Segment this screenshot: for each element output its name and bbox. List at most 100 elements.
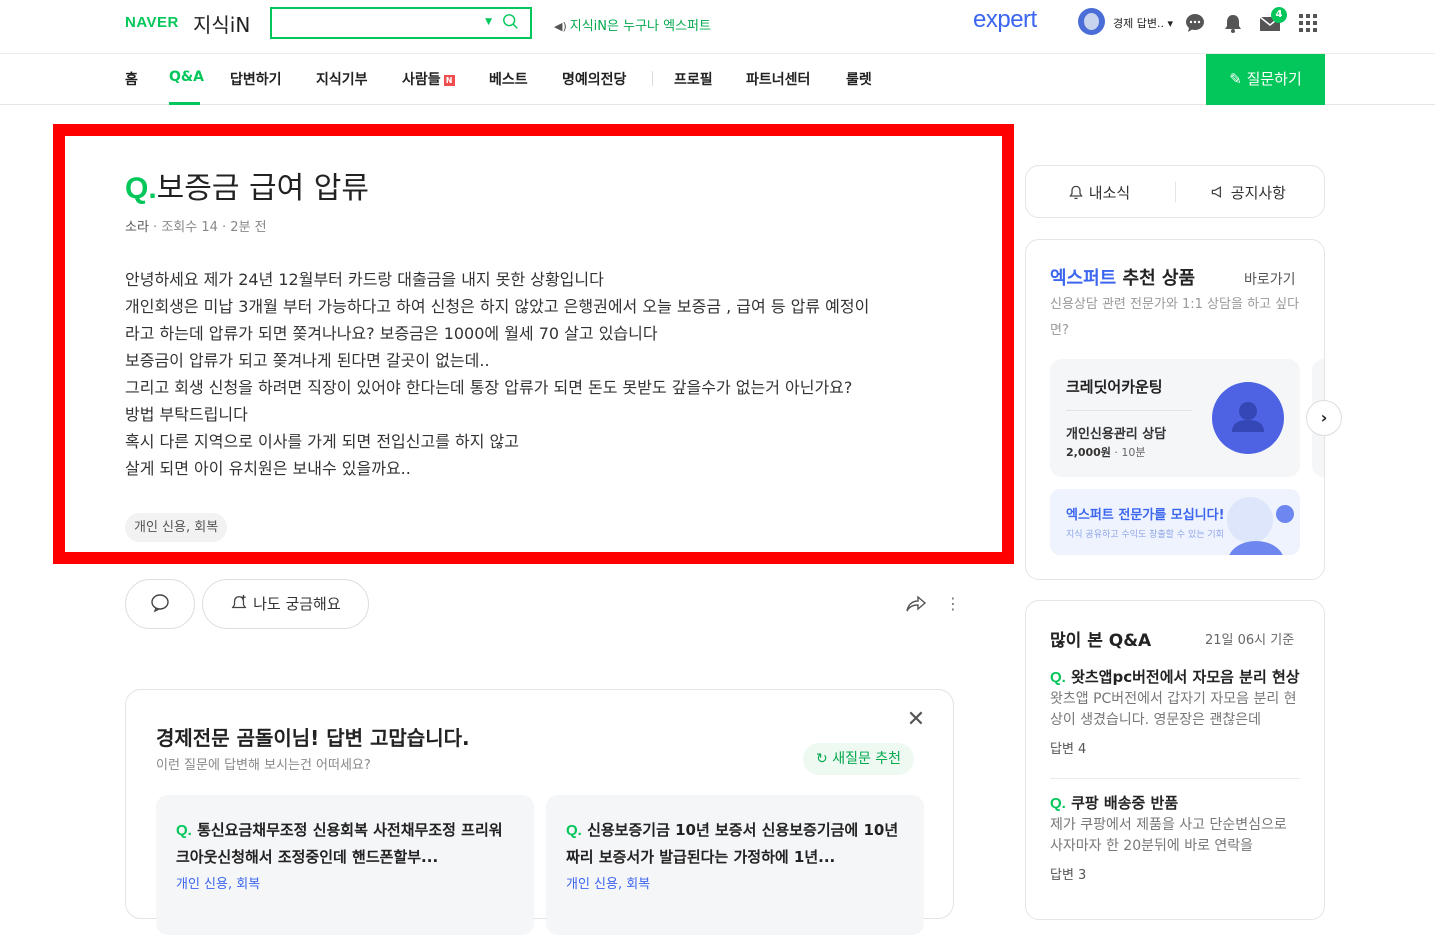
- comment-button[interactable]: [125, 579, 195, 629]
- notice-banner[interactable]: ◀) 지식iN은 누구나 엑스퍼트: [554, 15, 711, 34]
- bell-icon: [1069, 185, 1083, 200]
- popular-qna-item-answers: 답변 3: [1050, 868, 1087, 883]
- notice-text: 지식iN은 누구나 엑스퍼트: [569, 19, 711, 34]
- popular-qna-title: 많이 본 Q&A: [1050, 631, 1152, 651]
- person-icon: [1232, 402, 1264, 432]
- product-price: 2,000원 · 10분: [1066, 446, 1146, 459]
- recommended-question-card[interactable]: Q. 신용보증기금 10년 보증서 신용보증기금에 10년짜리 보증서가 발급된…: [546, 795, 924, 935]
- tab-my-news[interactable]: 내소식: [1068, 182, 1130, 203]
- recommended-question-title: Q. 신용보증기금 10년 보증서 신용보증기금에 10년짜리 보증서가 발급된…: [566, 821, 899, 866]
- main-nav: 홈 Q&A 답변하기 지식기부 사람들 N 베스트 명예의전당 프로필 파트너센터…: [0, 54, 1435, 105]
- body-line: 라고 하는데 압류가 되면 쫒겨나나요? 보증금은 1000에 월세 70 살고…: [125, 324, 658, 343]
- nav-answer[interactable]: 답변하기: [230, 69, 282, 89]
- author-name[interactable]: 소라: [125, 220, 149, 235]
- expert-recommend-box: 엑스퍼트 추천 상품 바로가기 신용상담 관련 전문가와 1:1 상담을 하고 …: [1025, 239, 1342, 580]
- user-avatar[interactable]: [1078, 8, 1105, 35]
- product-name: 크레딧어카운팅: [1066, 378, 1163, 396]
- bell-icon[interactable]: [1222, 12, 1244, 34]
- new-question-recommend-button[interactable]: ↻ 새질문 추천: [803, 743, 915, 775]
- go-link[interactable]: 바로가기: [1244, 269, 1296, 289]
- carousel-next-button[interactable]: ›: [1306, 400, 1342, 436]
- popular-qna-item-desc: 왓츠앱 PC버전에서 갑자기 자모음 분리 현상이 생겼습니다. 영문장은 괜찮…: [1050, 691, 1297, 728]
- tab-notice[interactable]: 공지사항: [1210, 182, 1286, 203]
- expert-recruit-banner[interactable]: 엑스퍼트 전문가를 모십니다! 지식 공유하고 수익도 창출할 수 있는 기회: [1050, 489, 1300, 555]
- thanks-subtitle: 이런 질문에 답변해 보시는건 어떠세요?: [156, 758, 371, 773]
- expert-product-card[interactable]: 크레딧어카운팅 개인신용관리 상담 2,000원 · 10분: [1050, 359, 1300, 477]
- post-time: 2분 전: [230, 220, 267, 235]
- nav-people[interactable]: 사람들 N: [402, 69, 455, 89]
- question-meta: 소라 · 조회수 14 · 2분 전: [125, 220, 267, 235]
- body-line: 혹시 다른 지역으로 이사를 가게 되면 전입신고를 하지 않고: [125, 432, 519, 451]
- user-name[interactable]: 경제 답변.. ▾: [1113, 15, 1173, 31]
- product-service: 개인신용관리 상담: [1066, 427, 1167, 442]
- search-box: ▼: [270, 7, 532, 39]
- body-line: 그리고 회생 신청을 하려면 직장이 있어야 한다는데 통장 압류가 되면 돈도…: [125, 378, 853, 397]
- question-body: 안녕하세요 제가 24년 12월부터 카드랑 대출금을 내지 못한 상황입니다 …: [125, 266, 965, 482]
- recommended-question-card[interactable]: Q. 통신요금채무조정 신용회복 사전채무조정 프리워크아웃신청해서 조정중인데…: [156, 795, 534, 935]
- decor-circle: [1276, 505, 1294, 523]
- mail-count-badge: 4: [1271, 7, 1287, 23]
- more-options-icon[interactable]: ⋮: [945, 594, 961, 614]
- refresh-icon: ↻: [816, 751, 828, 767]
- nav-divider: [652, 71, 653, 86]
- search-input[interactable]: [280, 9, 480, 37]
- pencil-icon: ✎: [1229, 70, 1242, 88]
- nav-home[interactable]: 홈: [125, 69, 138, 89]
- recruit-title: 엑스퍼트 전문가를 모십니다!: [1066, 508, 1225, 523]
- popular-qna-divider: [1050, 778, 1300, 779]
- nav-roulette[interactable]: 룰렛: [846, 69, 872, 89]
- question-title: Q.보증금 급여 압류: [125, 171, 369, 206]
- search-icon[interactable]: [502, 13, 520, 31]
- expert-avatar: [1212, 382, 1284, 454]
- popular-qna-item-title: Q. 쿠팡 배송중 반품: [1050, 794, 1179, 812]
- popular-qna-item-title: Q. 왓츠앱pc버전에서 자모음 분리 현상: [1050, 668, 1300, 686]
- decor-circle: [1227, 497, 1273, 543]
- search-dropdown-icon[interactable]: ▼: [485, 17, 492, 27]
- expert-recommend-title: 엑스퍼트 추천 상품: [1050, 268, 1196, 289]
- body-line: 보증금이 압류가 되고 쫒겨나게 된다면 갈곳이 없는데..: [125, 351, 490, 370]
- share-icon[interactable]: [905, 594, 927, 614]
- category-tag[interactable]: 개인 신용, 회복: [125, 513, 228, 542]
- nav-qna[interactable]: Q&A: [169, 69, 204, 85]
- recruit-subtitle: 지식 공유하고 수익도 창출할 수 있는 기회: [1066, 530, 1224, 540]
- popular-qna-time: 21일 06시 기준: [1205, 633, 1295, 648]
- answer-thanks-card: 경제전문 곰돌이님! 답변 고맙습니다. 이런 질문에 답변해 보시는건 어떠세…: [125, 689, 954, 935]
- sidebar-tabs: 내소식 공지사항: [1025, 165, 1325, 218]
- nav-partner-center[interactable]: 파트너센터: [746, 69, 810, 89]
- product-divider: [1066, 410, 1192, 411]
- top-bar: NAVER 지식iN ▼ ◀) 지식iN은 누구나 엑스퍼트 expert 경제 …: [0, 0, 1435, 54]
- comment-icon: [151, 594, 169, 613]
- body-line: 방법 부탁드립니다: [125, 405, 248, 424]
- nav-donate[interactable]: 지식기부: [316, 69, 368, 89]
- close-icon[interactable]: ✕: [906, 709, 926, 731]
- recommended-question-title: Q. 통신요금채무조정 신용회복 사전채무조정 프리워크아웃신청해서 조정중인데…: [176, 821, 503, 866]
- nav-hall-of-fame[interactable]: 명예의전당: [562, 69, 626, 89]
- thanks-title: 경제전문 곰돌이님! 답변 고맙습니다.: [156, 726, 470, 750]
- jisikin-logo[interactable]: 지식iN: [193, 9, 250, 38]
- body-line: 개인회생은 미납 3개월 부터 가능하다고 하여 신청은 하지 않았고 은행권에…: [125, 297, 870, 316]
- view-count: 조회수 14: [161, 220, 218, 235]
- megaphone-icon: [1211, 186, 1222, 198]
- recommended-question-tag[interactable]: 개인 신용, 회복: [566, 873, 650, 892]
- popular-qna-item[interactable]: Q. 쿠팡 배송중 반품 제가 쿠팡에서 제품을 사고 단순변심으로 사자마자 …: [1050, 792, 1300, 883]
- expert-desc: 신용상담 관련 전문가와 1:1 상담을 하고 싶다면?: [1050, 297, 1300, 338]
- tab-divider: [1175, 182, 1176, 202]
- decor-circle: [1228, 541, 1284, 555]
- popular-qna-item-desc: 제가 쿠팡에서 제품을 사고 단순변심으로 사자마자 한 20분뒤에 바로 연락…: [1050, 817, 1287, 854]
- nav-active-underline: [169, 102, 200, 105]
- apps-grid-icon[interactable]: [1297, 12, 1319, 34]
- recommended-question-tag[interactable]: 개인 신용, 회복: [176, 873, 260, 892]
- expert-logo[interactable]: expert: [973, 6, 1037, 34]
- curious-button[interactable]: 나도 궁금해요: [202, 579, 369, 629]
- body-line: 살게 되면 아이 유치원은 보내수 있을까요..: [125, 459, 411, 478]
- nav-best[interactable]: 베스트: [489, 69, 528, 89]
- naver-logo[interactable]: NAVER: [125, 14, 179, 31]
- speaker-icon: ◀): [554, 20, 567, 33]
- nav-profile[interactable]: 프로필: [674, 69, 713, 89]
- popular-qna-item-answers: 답변 4: [1050, 742, 1087, 757]
- chat-icon[interactable]: [1184, 12, 1206, 34]
- ask-question-button[interactable]: ✎ 질문하기: [1206, 54, 1325, 105]
- body-line: 안녕하세요 제가 24년 12월부터 카드랑 대출금을 내지 못한 상황입니다: [125, 270, 604, 289]
- q-mark: Q.: [125, 172, 157, 205]
- popular-qna-item[interactable]: Q. 왓츠앱pc버전에서 자모음 분리 현상 왓츠앱 PC버전에서 갑자기 자모…: [1050, 666, 1300, 757]
